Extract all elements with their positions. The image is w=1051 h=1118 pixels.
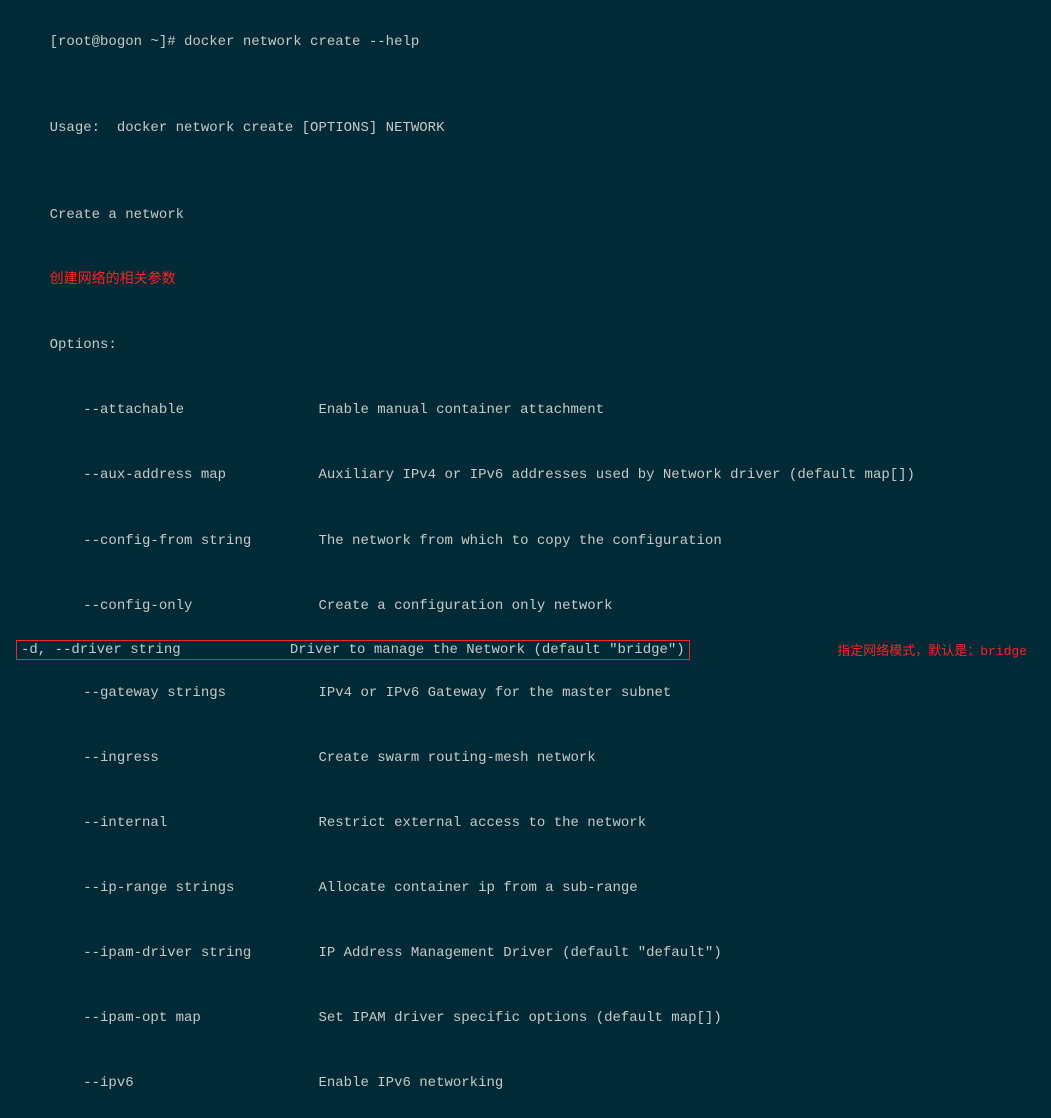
usage-text: Usage: docker network create [OPTIONS] N…: [50, 120, 445, 136]
line-chinese-label: 创建网络的相关参数: [16, 249, 1035, 314]
opt-gateway-text: --gateway strings IPv4 or IPv6 Gateway f…: [50, 685, 672, 701]
opt-config-from-text: --config-from string The network from wh…: [50, 533, 722, 549]
opt-ipam-opt-text: --ipam-opt map Set IPAM driver specific …: [50, 1010, 722, 1026]
line-opt-config-only: --config-only Create a configuration onl…: [16, 574, 1035, 639]
line-blank2: [16, 162, 1035, 184]
line-opt-driver: -d, --driver string Driver to manage the…: [16, 640, 1035, 660]
opt-attachable-text: --attachable Enable manual container att…: [50, 402, 605, 418]
line-options-header: Options:: [16, 314, 1035, 379]
terminal-window: [root@bogon ~]# docker network create --…: [0, 0, 1051, 559]
line-opt-gateway: --gateway strings IPv4 or IPv6 Gateway f…: [16, 661, 1035, 726]
line-opt-ingress: --ingress Create swarm routing-mesh netw…: [16, 726, 1035, 791]
opt-ipam-driver-text: --ipam-driver string IP Address Manageme…: [50, 945, 722, 961]
opt-ipv6-text: --ipv6 Enable IPv6 networking: [50, 1075, 504, 1091]
line-create-network: Create a network: [16, 184, 1035, 249]
line-opt-aux: --aux-address map Auxiliary IPv4 or IPv6…: [16, 444, 1035, 509]
line-opt-label: --label list Set metadata on a network: [16, 1116, 1035, 1118]
line-opt-ipam-opt: --ipam-opt map Set IPAM driver specific …: [16, 986, 1035, 1051]
line-opt-internal: --internal Restrict external access to t…: [16, 791, 1035, 856]
line-opt-ip-range: --ip-range strings Allocate container ip…: [16, 856, 1035, 921]
line-opt-config-from: --config-from string The network from wh…: [16, 509, 1035, 574]
line-usage: Usage: docker network create [OPTIONS] N…: [16, 97, 1035, 162]
opt-ingress-text: --ingress Create swarm routing-mesh netw…: [50, 750, 596, 766]
line-prompt1: [root@bogon ~]# docker network create --…: [16, 10, 1035, 75]
chinese-label-text: 创建网络的相关参数: [50, 272, 176, 288]
opt-config-only-text: --config-only Create a configuration onl…: [50, 598, 613, 614]
opt-internal-text: --internal Restrict external access to t…: [50, 815, 647, 831]
driver-annotation-text: 指定网络模式，默认是：bridge: [837, 640, 1027, 659]
opt-driver-boxed-text: -d, --driver string Driver to manage the…: [16, 640, 690, 660]
opt-ip-range-text: --ip-range strings Allocate container ip…: [50, 880, 638, 896]
opt-aux-text: --aux-address map Auxiliary IPv4 or IPv6…: [50, 467, 915, 483]
line-blank1: [16, 75, 1035, 97]
create-network-text: Create a network: [50, 207, 184, 223]
line-opt-attachable: --attachable Enable manual container att…: [16, 379, 1035, 444]
prompt1-text: [root@bogon ~]# docker network create --…: [50, 34, 420, 50]
options-header-text: Options:: [50, 337, 117, 353]
line-opt-ipv6: --ipv6 Enable IPv6 networking: [16, 1051, 1035, 1116]
line-opt-ipam-driver: --ipam-driver string IP Address Manageme…: [16, 921, 1035, 986]
